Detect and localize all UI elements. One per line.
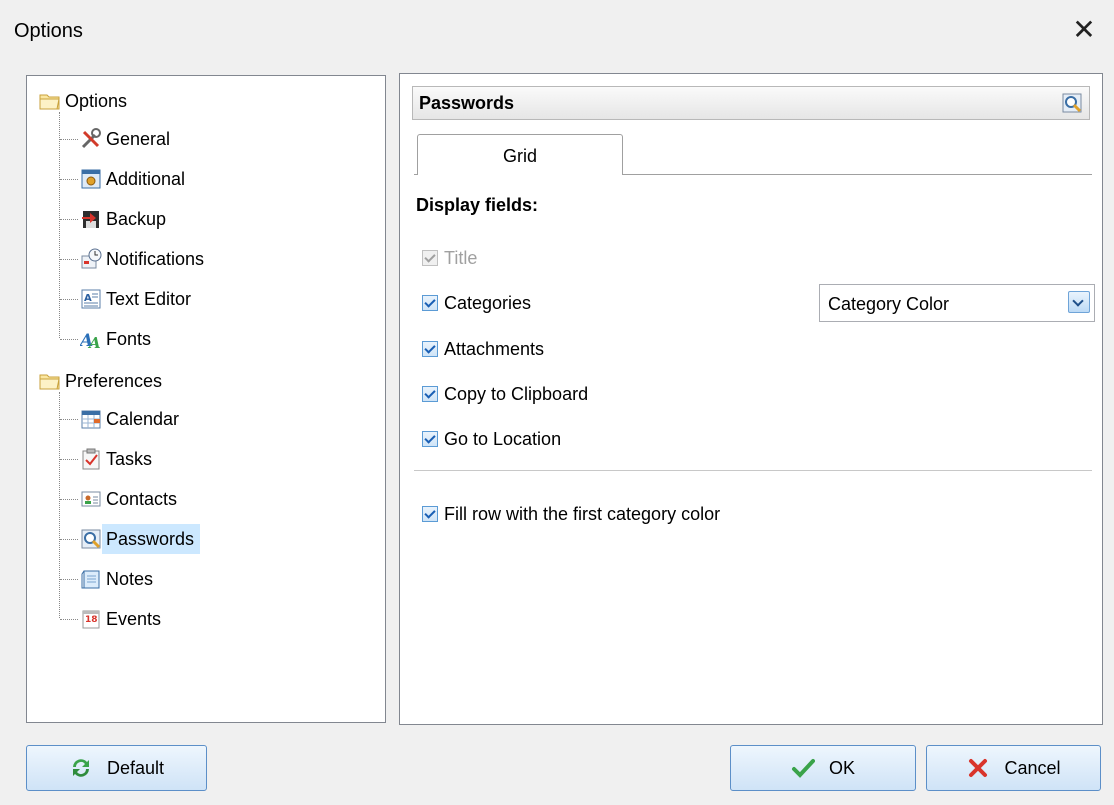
ok-button[interactable]: OK xyxy=(730,745,916,791)
checkbox[interactable] xyxy=(422,250,438,266)
checkmark-icon xyxy=(791,756,815,780)
checkbox-label: Copy to Clipboard xyxy=(444,383,589,404)
tree-item-passwords[interactable]: Passwords xyxy=(60,524,201,554)
fonts-icon: AA xyxy=(78,328,102,352)
tasks-icon xyxy=(80,448,102,470)
tree-group-options[interactable]: Options xyxy=(39,86,133,116)
svg-text:A: A xyxy=(84,293,92,304)
checkbox-label: Fill row with the first category color xyxy=(444,503,721,524)
chevron-down-icon[interactable] xyxy=(1068,291,1090,313)
events-badge: 18 xyxy=(85,615,98,625)
text-editor-icon: A xyxy=(80,288,102,310)
tab-grid[interactable]: Grid xyxy=(417,134,623,175)
tree-item-label: Events xyxy=(106,609,162,629)
tree-connector xyxy=(60,499,78,500)
tree-connector xyxy=(60,299,78,300)
default-button[interactable]: Default xyxy=(26,745,207,791)
tree-item-tasks[interactable]: Tasks xyxy=(60,444,158,474)
panel-title: Passwords xyxy=(419,93,515,113)
tree-item-label: Notifications xyxy=(106,249,205,269)
tree-item-notes[interactable]: Notes xyxy=(60,564,159,594)
tree-item-label: Passwords xyxy=(102,524,201,554)
checkbox-label: Attachments xyxy=(444,338,545,359)
tree-item-calendar[interactable]: Calendar xyxy=(60,404,185,434)
svg-text:A: A xyxy=(87,334,101,350)
field-title-checkbox[interactable]: Title xyxy=(422,246,477,270)
tree-item-text-editor[interactable]: A Text Editor xyxy=(60,284,197,314)
checkbox[interactable] xyxy=(422,341,438,357)
tree-connector xyxy=(60,419,78,420)
field-go-to-location-checkbox[interactable]: Go to Location xyxy=(422,427,561,451)
tree-item-label: Fonts xyxy=(106,329,152,349)
tree-item-fonts[interactable]: AA Fonts xyxy=(60,324,157,354)
tree-item-label: Text Editor xyxy=(106,289,192,309)
passwords-icon xyxy=(80,528,102,550)
panel-header: Passwords xyxy=(412,86,1090,120)
tree-item-label: Notes xyxy=(106,569,154,589)
folder-icon xyxy=(39,90,61,112)
tree-connector xyxy=(60,259,78,260)
notes-icon xyxy=(80,568,102,590)
tree-group-label: Options xyxy=(65,91,128,111)
tree-item-general[interactable]: General xyxy=(60,124,176,154)
checkbox[interactable] xyxy=(422,386,438,402)
tree-item-additional[interactable]: Additional xyxy=(60,164,191,194)
tree-item-label: Backup xyxy=(106,209,167,229)
display-fields-heading: Display fields: xyxy=(416,195,539,215)
additional-settings-icon xyxy=(80,168,102,190)
refresh-icon xyxy=(69,756,93,780)
title-bar: Options ✕ xyxy=(0,0,1114,62)
tree-connector xyxy=(60,619,78,620)
close-icon xyxy=(966,756,990,780)
select-value: Category Color xyxy=(828,294,950,314)
ok-button-label: OK xyxy=(828,757,855,778)
backup-icon xyxy=(80,208,102,230)
settings-panel: Passwords Grid Display fields: Title Cat… xyxy=(399,73,1103,725)
tree-item-events[interactable]: 18 Events xyxy=(60,604,167,634)
category-display-select[interactable]: Category Color xyxy=(819,284,1095,322)
passwords-icon xyxy=(1061,92,1083,114)
tree-connector xyxy=(60,459,78,460)
tree-group-preferences[interactable]: Preferences xyxy=(39,366,168,396)
tree-connector xyxy=(60,139,78,140)
checkbox-label: Categories xyxy=(444,292,532,313)
cancel-button[interactable]: Cancel xyxy=(926,745,1101,791)
options-tree[interactable]: Options General Additional Backup Notifi… xyxy=(26,75,386,723)
tree-connector xyxy=(60,219,78,220)
checkbox-label: Title xyxy=(444,247,478,268)
checkbox-label: Go to Location xyxy=(444,428,562,449)
checkbox[interactable] xyxy=(422,431,438,447)
tree-connector xyxy=(60,179,78,180)
divider xyxy=(414,470,1092,471)
tree-item-notifications[interactable]: Notifications xyxy=(60,244,210,274)
tree-item-label: General xyxy=(106,129,171,149)
tree-item-label: Contacts xyxy=(106,489,178,509)
close-button[interactable]: ✕ xyxy=(1068,14,1100,46)
tree-item-label: Additional xyxy=(106,169,186,189)
field-categories-checkbox[interactable]: Categories xyxy=(422,291,531,315)
tools-icon xyxy=(80,128,102,150)
calendar-icon xyxy=(80,408,102,430)
tree-connector xyxy=(60,539,78,540)
default-button-label: Default xyxy=(106,757,165,778)
checkbox[interactable] xyxy=(422,295,438,311)
tree-item-label: Calendar xyxy=(106,409,180,429)
tree-item-backup[interactable]: Backup xyxy=(60,204,172,234)
tree-group-label: Preferences xyxy=(65,371,163,391)
events-icon: 18 xyxy=(80,608,102,630)
tree-item-contacts[interactable]: Contacts xyxy=(60,484,183,514)
field-attachments-checkbox[interactable]: Attachments xyxy=(422,337,544,361)
contacts-icon xyxy=(80,488,102,510)
tree-item-label: Tasks xyxy=(106,449,153,469)
folder-icon xyxy=(39,370,61,392)
checkbox[interactable] xyxy=(422,506,438,522)
window-title: Options xyxy=(14,20,83,42)
notifications-icon xyxy=(80,248,102,270)
field-copy-to-clipboard-checkbox[interactable]: Copy to Clipboard xyxy=(422,382,588,406)
fill-row-checkbox[interactable]: Fill row with the first category color xyxy=(422,502,720,526)
tree-connector xyxy=(60,579,78,580)
tree-connector xyxy=(60,339,78,340)
cancel-button-label: Cancel xyxy=(1004,757,1061,778)
